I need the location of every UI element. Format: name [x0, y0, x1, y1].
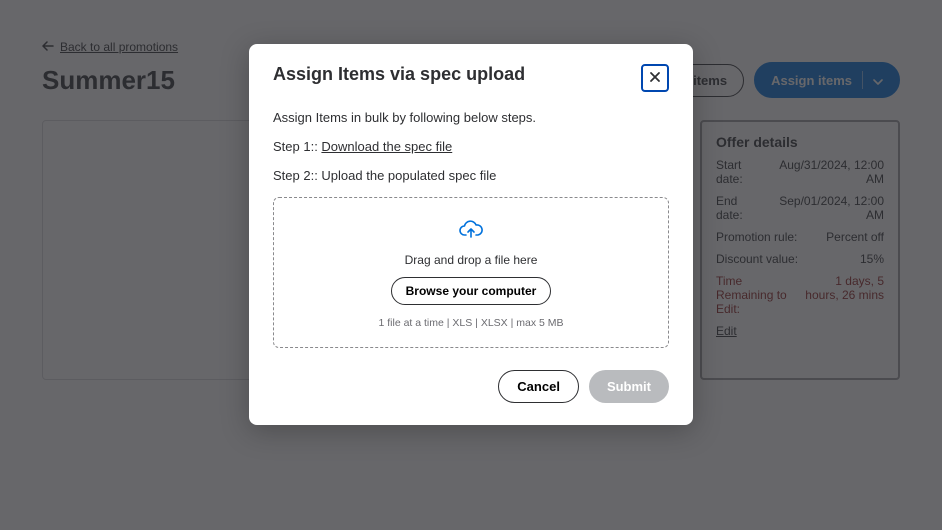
browse-computer-button[interactable]: Browse your computer	[391, 277, 552, 305]
submit-button[interactable]: Submit	[589, 370, 669, 403]
modal-overlay[interactable]: Assign Items via spec upload Assign Item…	[0, 0, 942, 530]
step-2: Step 2:: Upload the populated spec file	[273, 168, 669, 183]
download-spec-link[interactable]: Download the spec file	[321, 139, 452, 154]
modal-title: Assign Items via spec upload	[273, 64, 525, 85]
drop-text: Drag and drop a file here	[405, 253, 538, 267]
close-button[interactable]	[641, 64, 669, 92]
cloud-upload-icon	[458, 220, 484, 243]
modal-body: Assign Items in bulk by following below …	[273, 110, 669, 348]
modal-intro: Assign Items in bulk by following below …	[273, 110, 669, 125]
close-icon	[649, 71, 661, 86]
modal-header: Assign Items via spec upload	[273, 64, 669, 92]
file-dropzone[interactable]: Drag and drop a file here Browse your co…	[273, 197, 669, 348]
step-1: Step 1:: Download the spec file	[273, 139, 669, 154]
modal-footer: Cancel Submit	[273, 370, 669, 403]
cancel-button[interactable]: Cancel	[498, 370, 579, 403]
step1-prefix: Step 1::	[273, 139, 321, 154]
file-hint: 1 file at a time | XLS | XLSX | max 5 MB	[378, 317, 563, 329]
assign-items-modal: Assign Items via spec upload Assign Item…	[249, 44, 693, 425]
